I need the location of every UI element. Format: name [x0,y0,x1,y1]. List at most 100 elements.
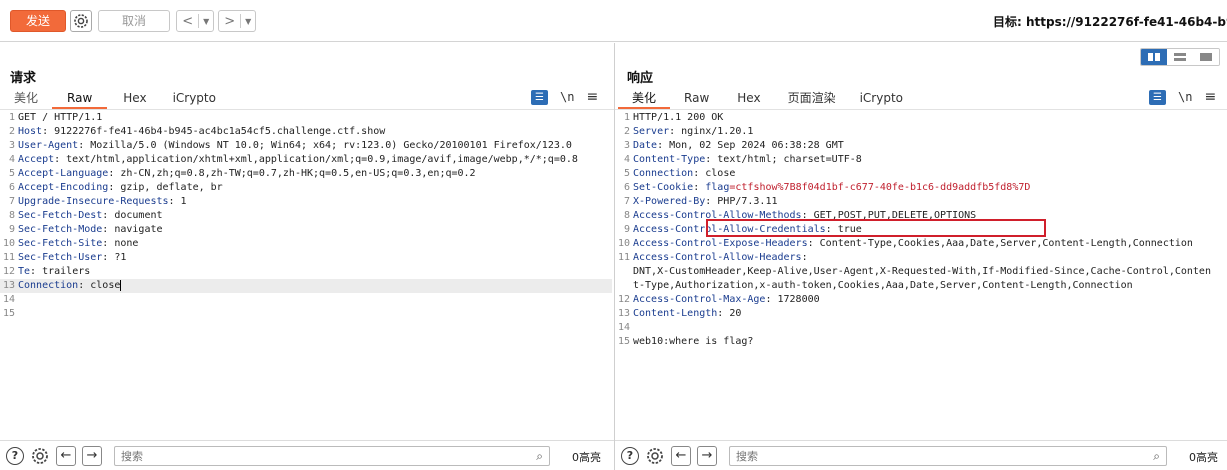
layout-single[interactable] [1193,49,1219,65]
header-name: Accept [18,154,55,165]
code-text: Host: 9122276f-fe41-46b4-b945-ac4bc1a54c… [18,125,385,139]
code-line[interactable]: 3 User-Agent: Mozilla/5.0 (Windows NT 10.… [0,139,612,153]
tab-icrypto[interactable]: iCrypto [163,89,226,109]
header-value: : PHP/7.3.11 [705,196,778,207]
line-number: 13 [617,308,630,319]
code-line[interactable]: 13 Connection: close [0,279,612,293]
request-search-input[interactable] [115,447,549,465]
newline-icon[interactable]: \n [1178,90,1192,104]
code-line[interactable]: 5 Connection: close [615,167,1225,181]
text-wrap-icon[interactable]: ☰ [531,89,548,105]
tab-hex[interactable]: Hex [722,89,775,109]
response-search-input[interactable] [730,447,1166,465]
arrow-left-icon[interactable]: ← [56,445,76,466]
flag-highlight-box [706,219,1046,237]
hamburger-menu-icon[interactable]: ≡ [586,89,598,105]
code-line[interactable]: 8 Sec-Fetch-Dest: document [0,209,612,223]
header-name: Content-Length [633,308,718,319]
text-wrap-icon[interactable]: ☰ [1149,89,1166,105]
gear-icon[interactable] [30,446,50,466]
caret-down-icon[interactable]: ▼ [199,17,213,26]
tab-hex[interactable]: Hex [107,89,162,109]
back-nav[interactable]: < ▼ [176,10,214,32]
tab-pretty[interactable]: 美化 [618,89,671,109]
code-line[interactable]: 2 Server: nginx/1.20.1 [615,125,1225,139]
chevron-right-icon[interactable]: > [219,14,240,29]
layout-toggle[interactable] [1140,48,1220,66]
tab-render[interactable]: 页面渲染 [776,89,848,109]
code-line[interactable]: 5 Accept-Language: zh-CN,zh;q=0.8,zh-TW;q… [0,167,612,181]
code-text: Sec-Fetch-User: ?1 [18,251,126,265]
tab-raw[interactable]: Raw [670,89,722,109]
header-name: Host [18,126,43,137]
code-line[interactable]: 10 Access-Control-Expose-Headers: Content… [615,237,1225,251]
code-line[interactable]: 15 web10:where is flag? [615,335,1225,349]
layout-side-by-side[interactable] [1141,49,1167,65]
response-panel: 响应 美化 Raw Hex 页面渲染 iCrypto ☰ \n ≡ 1 HTTP/… [615,43,1227,470]
tab-icrypto[interactable]: iCrypto [848,89,915,109]
code-line[interactable]: 11 Sec-Fetch-User: ?1 [0,251,612,265]
line-number: 4 [8,154,15,165]
header-name: Te [18,266,31,277]
code-line[interactable]: 6 Set-Cookie: flag=ctfshow%7B8f04d1bf-c67… [615,181,1225,195]
header-value: : zh-CN,zh;q=0.8,zh-TW;q=0.7,zh-HK;q=0.5… [108,168,476,179]
code-text: Te: trailers [18,265,90,279]
settings-button[interactable] [70,10,92,32]
target-url[interactable]: 目标: https://9122276f-fe41-46b4-b945-ac4b… [993,13,1227,30]
response-editor[interactable]: 1 HTTP/1.1 200 OK 2 Server: nginx/1.20.1 3 Da… [615,111,1225,441]
code-line[interactable]: 12 Te: trailers [0,265,612,279]
chevron-left-icon[interactable]: < [177,14,198,29]
request-search[interactable]: ⌕ [114,446,550,466]
header-name: Sec-Fetch-Dest [18,210,103,221]
line-number: 15 [2,308,15,319]
code-line[interactable]: t-Type,Authorization,x-auth-token,Cookie… [615,279,1225,293]
gear-icon[interactable] [645,446,665,466]
layout-stacked[interactable] [1167,49,1193,65]
arrow-right-icon[interactable]: → [82,445,102,466]
response-editor-tools: ☰ \n ≡ [1149,89,1216,105]
arrow-right-icon[interactable]: → [697,445,717,466]
help-icon[interactable]: ? [6,446,24,465]
text-caret [120,279,122,291]
code-line[interactable]: 11 Access-Control-Allow-Headers: [615,251,1225,265]
caret-down-icon[interactable]: ▼ [241,17,255,26]
code-line[interactable]: DNT,X-CustomHeader,Keep-Alive,User-Agent… [615,265,1225,279]
arrow-left-icon[interactable]: ← [671,445,691,466]
code-line[interactable]: 6 Accept-Encoding: gzip, deflate, br [0,181,612,195]
request-title: 请求 [10,71,37,86]
code-line[interactable]: 3 Date: Mon, 02 Sep 2024 06:38:28 GMT [615,139,1225,153]
search-icon[interactable]: ⌕ [1153,449,1160,464]
rows-icon [1174,53,1186,61]
code-text: Connection: close [633,167,735,181]
help-icon[interactable]: ? [621,446,639,465]
code-line[interactable]: 4 Accept: text/html,application/xhtml+xml… [0,153,612,167]
search-icon[interactable]: ⌕ [536,449,543,464]
tab-raw[interactable]: Raw [52,89,108,109]
code-line[interactable]: 7 X-Powered-By: PHP/7.3.11 [615,195,1225,209]
code-line[interactable]: 14 [0,293,612,307]
code-line[interactable]: 7 Upgrade-Insecure-Requests: 1 [0,195,612,209]
code-line[interactable]: 4 Content-Type: text/html; charset=UTF-8 [615,153,1225,167]
cancel-button[interactable]: 取消 [98,10,170,32]
code-line[interactable]: 15 [0,307,612,321]
code-line[interactable]: 13 Content-Length: 20 [615,307,1225,321]
code-line[interactable]: 10 Sec-Fetch-Site: none [0,237,612,251]
code-line[interactable]: 14 [615,321,1225,335]
code-line[interactable]: 2 Host: 9122276f-fe41-46b4-b945-ac4bc1a54… [0,125,612,139]
code-text: User-Agent: Mozilla/5.0 (Windows NT 10.0… [18,139,572,153]
code-text: HTTP/1.1 200 OK [633,111,723,125]
code-line[interactable]: 9 Sec-Fetch-Mode: navigate [0,223,612,237]
code-line[interactable]: 1 HTTP/1.1 200 OK [615,111,1225,125]
hamburger-menu-icon[interactable]: ≡ [1204,89,1216,105]
response-search[interactable]: ⌕ [729,446,1167,466]
forward-nav[interactable]: > ▼ [218,10,256,32]
request-editor[interactable]: 1 GET / HTTP/1.1 2 Host: 9122276f-fe41-46b4… [0,111,612,441]
code-line[interactable]: 12 Access-Control-Max-Age: 1728000 [615,293,1225,307]
code-line[interactable]: 1 GET / HTTP/1.1 [0,111,612,125]
header-name: Connection [18,280,79,291]
header-value: : text/html,application/xhtml+xml,applic… [54,154,578,165]
newline-icon[interactable]: \n [560,90,574,104]
line-number: 8 [8,210,15,221]
send-button[interactable]: 发送 [10,10,66,32]
tab-pretty[interactable]: 美化 [0,89,52,109]
